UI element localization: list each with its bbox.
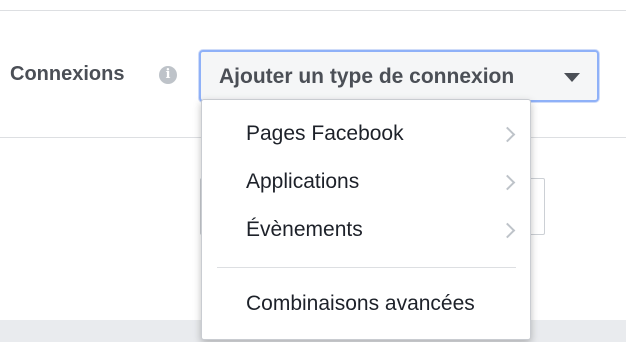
connection-type-menu: Pages Facebook Applications Évènements C… [201, 99, 531, 340]
menu-item-combinaisons-avancees[interactable]: Combinaisons avancées [202, 282, 530, 326]
top-divider [0, 10, 626, 11]
menu-item-label: Applications [246, 170, 360, 193]
menu-item-pages-facebook[interactable]: Pages Facebook [202, 112, 530, 156]
chevron-right-icon [499, 222, 516, 239]
dropdown-label: Ajouter un type de connexion [219, 65, 515, 88]
info-icon[interactable]: i [159, 66, 177, 84]
menu-divider [217, 267, 516, 268]
menu-item-evenements[interactable]: Évènements [202, 208, 530, 252]
menu-item-label: Pages Facebook [246, 122, 404, 145]
chevron-right-icon [499, 174, 516, 191]
menu-item-applications[interactable]: Applications [202, 160, 530, 204]
add-connection-type-dropdown[interactable]: Ajouter un type de connexion [199, 50, 599, 102]
chevron-right-icon [499, 126, 516, 143]
menu-item-label: Combinaisons avancées [246, 292, 475, 315]
connexions-label: Connexions [10, 63, 125, 85]
caret-down-icon [564, 73, 580, 82]
menu-item-label: Évènements [246, 218, 363, 241]
